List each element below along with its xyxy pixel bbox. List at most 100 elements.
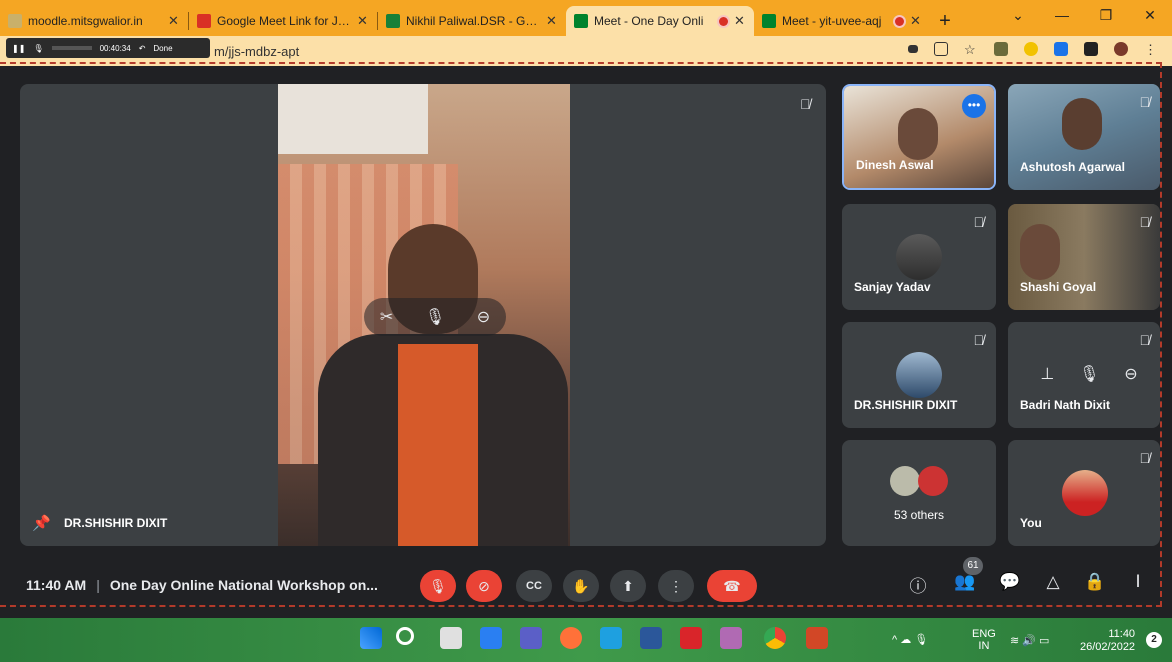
- self-tile[interactable]: 🎙̸ You: [1008, 440, 1160, 546]
- participant-tile[interactable]: 🎙̸ Ashutosh Agarwal: [1008, 84, 1160, 190]
- tab-sheets[interactable]: Nikhil Paliwal.DSR - Goog ✕: [378, 6, 566, 36]
- search-icon[interactable]: [396, 627, 414, 645]
- language-indicator[interactable]: ENG IN: [972, 628, 996, 652]
- close-window-button[interactable]: ✕: [1128, 0, 1172, 30]
- camera-toggle-button[interactable]: ⊘: [466, 570, 502, 602]
- mic-icon[interactable]: 🎙: [33, 44, 43, 53]
- network-sound-battery[interactable]: ≋ 🔊 ▭: [1010, 634, 1049, 647]
- close-tab-icon[interactable]: ✕: [910, 13, 922, 29]
- minimize-button[interactable]: —: [1040, 0, 1084, 30]
- divider: |: [96, 577, 100, 593]
- microphone-toggle-button[interactable]: 🎙: [420, 570, 456, 602]
- firefox-icon[interactable]: [560, 627, 582, 649]
- notification-badge[interactable]: 2: [1146, 632, 1162, 648]
- bulb-icon[interactable]: [1024, 42, 1038, 56]
- snip-icon[interactable]: [720, 627, 742, 649]
- tab-gmail[interactable]: Google Meet Link for Join ✕: [189, 6, 377, 36]
- tab-moodle[interactable]: moodle.mitsgwalior.in ✕: [0, 6, 188, 36]
- menu-icon[interactable]: ⋮: [1144, 42, 1158, 57]
- muted-mic-icon: 🎙̸: [1139, 214, 1151, 230]
- gmail-favicon-icon: [197, 14, 211, 28]
- remove-icon[interactable]: ⊖: [477, 307, 490, 327]
- tab-meet-active[interactable]: Meet - One Day Onli ✕: [566, 6, 754, 36]
- participant-tile[interactable]: 🎙̸ ⊥ 🎙 ⊖ Badri Nath Dixit: [1008, 322, 1160, 428]
- muted-mic-icon: 🎙̸: [1139, 450, 1151, 466]
- word-icon[interactable]: [640, 627, 662, 649]
- close-tab-icon[interactable]: ✕: [546, 13, 558, 29]
- extension-icon[interactable]: ⵏ: [1125, 572, 1151, 592]
- meeting-time: 11:40 AM: [26, 577, 87, 593]
- mute-icon[interactable]: 🎙: [1079, 364, 1099, 384]
- close-tab-icon[interactable]: ✕: [357, 13, 369, 29]
- undo-icon[interactable]: ↶: [139, 44, 146, 53]
- leave-call-button[interactable]: ☎: [707, 570, 757, 602]
- moodle-favicon-icon: [8, 14, 22, 28]
- profile-avatar[interactable]: [1114, 42, 1128, 56]
- participant-avatar: [896, 234, 942, 280]
- host-controls-icon[interactable]: 🔒: [1082, 572, 1108, 592]
- clock[interactable]: 11:40 26/02/2022: [1080, 628, 1135, 654]
- bookmark-star-icon[interactable]: ☆: [964, 42, 978, 57]
- tab-search-icon[interactable]: ⌄: [996, 0, 1040, 30]
- participant-count-badge: 61: [963, 557, 983, 575]
- windows-start-icon[interactable]: [360, 627, 382, 649]
- muted-mic-icon: 🎙̸: [973, 332, 985, 348]
- extension-icon[interactable]: [1054, 42, 1068, 56]
- monitor-icon[interactable]: [600, 627, 622, 649]
- participant-tile[interactable]: 🎙̸ DR.SHISHIR DIXIT: [842, 322, 996, 428]
- remove-icon[interactable]: ⊖: [1124, 364, 1137, 384]
- teams-chat-icon[interactable]: [520, 627, 542, 649]
- tray-icons[interactable]: ^ ☁ 🎙: [892, 633, 928, 646]
- tab-title: moodle.mitsgwalior.in: [28, 14, 143, 28]
- more-options-icon[interactable]: •••: [962, 94, 986, 118]
- close-tab-icon[interactable]: ✕: [168, 13, 180, 29]
- participant-tile[interactable]: 🎙̸ Sanjay Yadav: [842, 204, 996, 310]
- window-controls: ⌄ — ❐ ✕: [996, 0, 1172, 30]
- pin-icon[interactable]: ⊥: [1040, 364, 1054, 384]
- powerpoint-icon[interactable]: [806, 627, 828, 649]
- participant-avatar: [890, 466, 920, 496]
- others-count: 53 others: [893, 508, 945, 522]
- meeting-details-icon[interactable]: ⓘ: [905, 572, 931, 597]
- participant-name: You: [1020, 516, 1042, 530]
- restore-button[interactable]: ❐: [1084, 0, 1128, 30]
- more-options-button[interactable]: ⋮: [658, 570, 694, 602]
- new-tab-button[interactable]: +: [930, 6, 960, 36]
- url-field[interactable]: m/jjs-mdbz-apt: [214, 44, 299, 59]
- task-view-icon[interactable]: [440, 627, 462, 649]
- muted-mic-icon: 🎙̸: [1139, 332, 1151, 348]
- present-button[interactable]: ⬆: [610, 570, 646, 602]
- participant-name: DR.SHISHIR DIXIT: [854, 398, 958, 412]
- done-button[interactable]: Done: [153, 44, 172, 53]
- close-tab-icon[interactable]: ✕: [734, 13, 746, 29]
- participant-tile[interactable]: ••• Dinesh Aswal: [842, 84, 996, 190]
- extension-icon[interactable]: [994, 42, 1008, 56]
- participant-name: Shashi Goyal: [1020, 280, 1097, 294]
- others-tile[interactable]: 53 others: [842, 440, 996, 546]
- tile-hover-controls: ⊥ 🎙 ⊖: [1028, 354, 1150, 394]
- mute-icon[interactable]: 🎙: [425, 307, 445, 327]
- pause-icon[interactable]: ❚❚: [12, 44, 25, 53]
- widgets-icon[interactable]: [480, 627, 502, 649]
- puzzle-icon[interactable]: [1084, 42, 1098, 56]
- captions-button[interactable]: CC: [516, 570, 552, 602]
- recording-dot-icon: [719, 16, 728, 26]
- lang-line-2: IN: [978, 640, 990, 652]
- raise-hand-button[interactable]: ✋: [563, 570, 599, 602]
- chrome-icon[interactable]: [764, 627, 786, 649]
- people-icon[interactable]: 👥: [952, 572, 978, 592]
- participant-name: Badri Nath Dixit: [1020, 398, 1111, 412]
- muted-mic-icon: 🎙̸: [800, 96, 811, 112]
- activities-icon[interactable]: △: [1040, 572, 1066, 592]
- clock-date: 26/02/2022: [1080, 641, 1136, 653]
- participant-avatar: [918, 466, 948, 496]
- share-icon[interactable]: [934, 42, 948, 56]
- participant-tile[interactable]: 🎙̸ Shashi Goyal: [1008, 204, 1160, 310]
- participant-name: Dinesh Aswal: [856, 158, 934, 172]
- chat-icon[interactable]: 💬: [997, 572, 1023, 592]
- tab-meet-2[interactable]: Meet - yit-uvee-aqj ✕: [754, 6, 930, 36]
- windows-taskbar: [0, 618, 1172, 662]
- acrobat-icon[interactable]: [680, 627, 702, 649]
- unpin-icon[interactable]: ✂: [380, 307, 393, 327]
- camera-icon[interactable]: [908, 45, 918, 53]
